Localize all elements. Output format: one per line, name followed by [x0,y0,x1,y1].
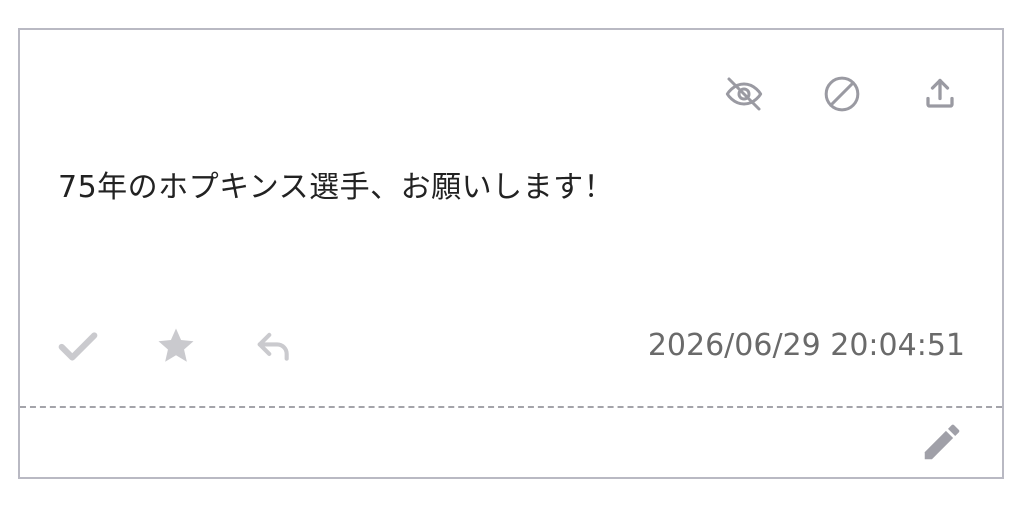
upload-icon [926,78,954,108]
message-text: 75年のホプキンス選手、お願いします！ [58,170,615,205]
pencil-icon [924,424,960,460]
dashed-divider [20,406,1002,408]
reply-button[interactable] [250,322,298,370]
eye-off-icon [725,77,763,111]
share-button[interactable] [916,70,964,118]
ban-icon [824,76,860,112]
message-toolbar [720,70,964,118]
reply-icon [257,332,289,361]
check-icon [58,332,98,361]
message-actions [54,322,298,370]
hide-button[interactable] [720,70,768,118]
favorite-button[interactable] [152,322,200,370]
message-card: 75年のホプキンス選手、お願いします！ 2026/06/29 20:04:51 [18,28,1004,479]
edit-button[interactable] [918,418,966,466]
star-icon [158,328,194,362]
block-button[interactable] [818,70,866,118]
message-timestamp: 2026/06/29 20:04:51 [647,328,965,363]
check-button[interactable] [54,322,102,370]
